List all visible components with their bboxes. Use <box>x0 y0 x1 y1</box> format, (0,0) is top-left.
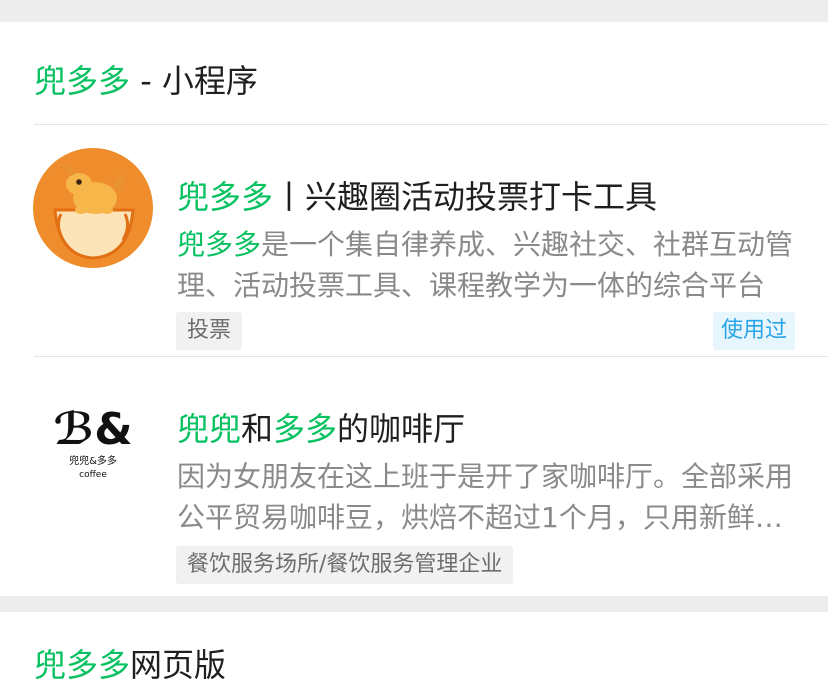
item-title-part1: 兜兜 <box>177 410 242 448</box>
category-tag: 投票 <box>176 312 243 350</box>
item-title: 兜多多丨兴趣圈活动投票打卡工具 <box>177 172 657 218</box>
item-title-part3: 多多 <box>273 410 338 448</box>
item-desc-highlight: 兜多多 <box>177 228 262 261</box>
used-before-badge: 使用过 <box>712 312 795 350</box>
item-description: 因为女朋友在这上班于是开了家咖啡厅。全部采用公平贸易咖啡豆，烘焙不超过1个月，只… <box>177 460 794 534</box>
logo-text: 兜兜&多多 <box>69 454 117 467</box>
section-title-text: 网页版 <box>130 646 227 684</box>
section-title-web-version[interactable]: 兜多多网页版 <box>34 640 226 686</box>
coffee-brand-logo-icon: ℬ& 兜兜&多多 coffee <box>33 378 153 498</box>
section-title-highlight: 兜多多 <box>34 62 131 100</box>
divider <box>34 356 828 357</box>
section-title-text: - 小程序 <box>130 62 258 100</box>
section-title-highlight: 兜多多 <box>34 646 131 684</box>
svg-text:ℬ&: ℬ& <box>53 404 132 455</box>
item-title-text: 丨兴趣圈活动投票打卡工具 <box>273 178 658 216</box>
search-results-card: 兜多多 - 小程序 兜多多丨兴趣圈活动投票打卡工具 兜多多是一个集自律养成、兴趣… <box>0 22 828 596</box>
item-title: 兜兜和多多的咖啡厅 <box>177 404 465 450</box>
divider <box>34 124 828 125</box>
item-title-part2: 和 <box>241 410 274 448</box>
item-description: 兜多多是一个集自律养成、兴趣社交、社群互动管理、活动投票工具、课程教学为一体的综… <box>177 224 797 306</box>
category-tag: 餐饮服务场所/餐饮服务管理企业 <box>176 546 514 584</box>
result-item-coffee-shop[interactable]: ℬ& 兜兜&多多 coffee 兜兜和多多的咖啡厅 因为女朋友在这上班于是开了家… <box>0 358 828 594</box>
logo-subtext: coffee <box>79 470 107 480</box>
section-title-mini-program: 兜多多 - 小程序 <box>34 56 258 102</box>
item-title-part4: 的咖啡厅 <box>337 410 466 448</box>
result-item-mini-program[interactable]: 兜多多丨兴趣圈活动投票打卡工具 兜多多是一个集自律养成、兴趣社交、社群互动管理、… <box>0 126 828 356</box>
kangaroo-mascot-icon <box>33 148 153 268</box>
item-title-highlight: 兜多多 <box>177 178 274 216</box>
search-results-card-web: 兜多多网页版 <box>0 612 828 692</box>
item-desc-text: 是一个集自律养成、兴趣社交、社群互动管理、活动投票工具、课程教学为一体的综合平台 <box>177 228 794 302</box>
